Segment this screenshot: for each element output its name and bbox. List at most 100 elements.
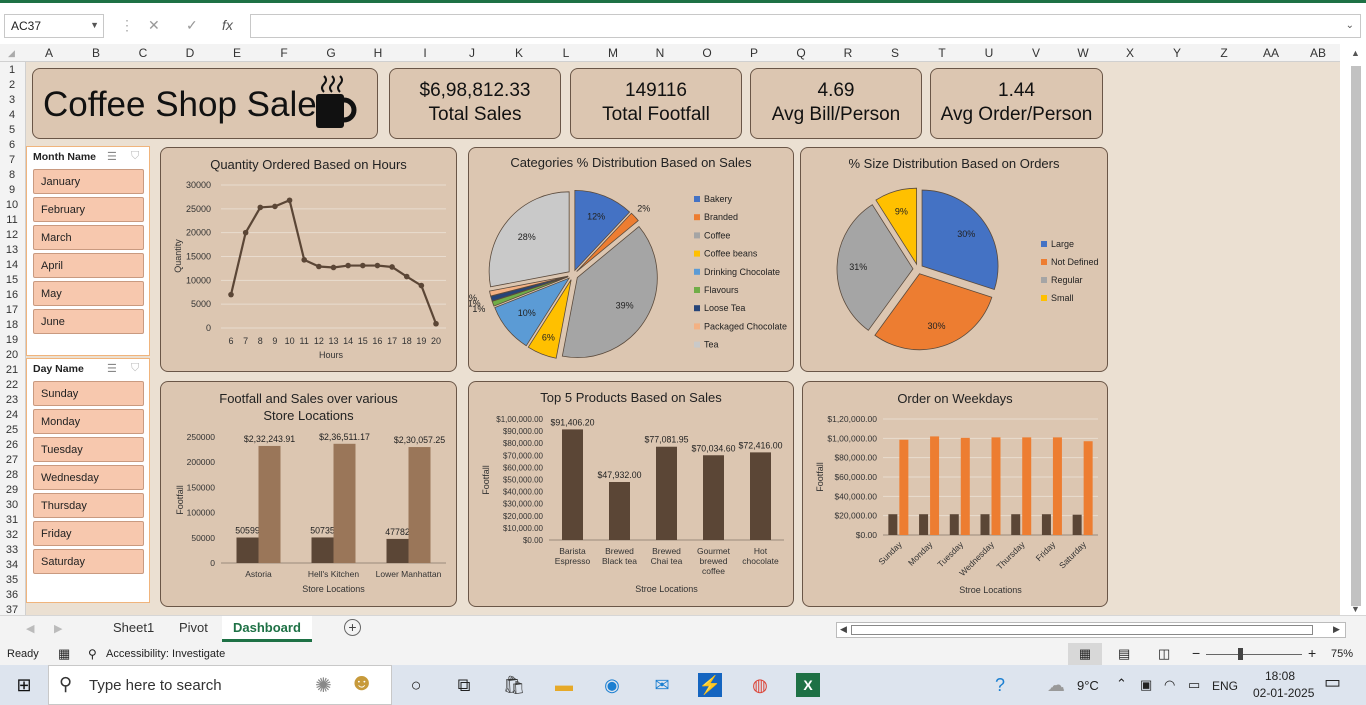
column-header[interactable]: D (166, 46, 214, 60)
next-sheet-icon[interactable]: ▶ (54, 622, 62, 635)
page-break-icon[interactable]: ◫ (1158, 646, 1170, 662)
row-header[interactable]: 14 (0, 259, 24, 271)
slicer-item[interactable]: May (33, 281, 144, 306)
column-header[interactable]: Y (1154, 46, 1200, 60)
column-header[interactable]: Z (1200, 46, 1248, 60)
row-header[interactable]: 32 (0, 529, 24, 541)
column-header[interactable]: S (872, 46, 918, 60)
row-header[interactable]: 7 (0, 154, 24, 166)
clock-date[interactable]: 02-01-2025 (1253, 686, 1314, 700)
column-header[interactable]: O (684, 46, 730, 60)
function-icon[interactable]: fx (222, 17, 233, 33)
slicer-item[interactable]: March (33, 225, 144, 250)
column-header[interactable]: X (1106, 46, 1154, 60)
row-header[interactable]: 15 (0, 274, 24, 286)
cortana-icon[interactable]: ○ (404, 673, 428, 697)
column-header[interactable]: M (590, 46, 636, 60)
row-header[interactable]: 21 (0, 364, 24, 376)
zoom-slider[interactable] (1206, 654, 1302, 655)
task-view-icon[interactable]: ⧉ (452, 673, 476, 697)
column-header[interactable]: Q (778, 46, 824, 60)
slicer-item[interactable]: April (33, 253, 144, 278)
macro-icon[interactable]: ▦ (58, 646, 70, 662)
column-header[interactable]: K (496, 46, 542, 60)
tab-pivot[interactable]: Pivot (179, 620, 208, 635)
row-header[interactable]: 10 (0, 199, 24, 211)
clear-filter-icon[interactable]: ⛉ (131, 150, 139, 163)
zoom-in-icon[interactable]: + (1308, 645, 1316, 661)
zoom-out-icon[interactable]: − (1192, 645, 1200, 661)
size-pie-card[interactable]: % Size Distribution Based on Orders 30% 3… (800, 147, 1108, 372)
column-header[interactable]: T (918, 46, 966, 60)
weekday-bar-card[interactable]: Order on Weekdays $0.00 $20,000.00 $40,000… (802, 381, 1108, 607)
row-header[interactable]: 3 (0, 94, 24, 106)
row-header[interactable]: 17 (0, 304, 24, 316)
row-header[interactable]: 23 (0, 394, 24, 406)
row-header[interactable]: 5 (0, 124, 24, 136)
horizontal-scrollbar[interactable]: ◀ ▶ (836, 622, 1346, 638)
normal-view-icon[interactable]: ▦ (1068, 643, 1102, 665)
chrome-icon[interactable]: ◍ (748, 673, 772, 697)
row-header[interactable]: 12 (0, 229, 24, 241)
file-explorer-icon[interactable]: ▬ (552, 673, 576, 697)
column-header[interactable]: L (542, 46, 590, 60)
column-header[interactable]: I (402, 46, 448, 60)
column-header[interactable]: G (308, 46, 354, 60)
row-header[interactable]: 2 (0, 79, 24, 91)
row-header[interactable]: 13 (0, 244, 24, 256)
column-header[interactable]: V (1012, 46, 1060, 60)
wifi-icon[interactable]: ◠ (1164, 677, 1175, 693)
column-header[interactable]: F (260, 46, 308, 60)
hscroll-thumb[interactable] (851, 625, 1313, 635)
vertical-scrollbar[interactable]: ▲ ▼ (1348, 48, 1364, 616)
enter-icon[interactable]: ✓ (186, 17, 198, 34)
slicer-item[interactable]: Monday (33, 409, 144, 434)
store-icon[interactable]: 🛍 (502, 673, 526, 697)
cancel-icon[interactable]: ✕ (148, 17, 160, 34)
edge-icon[interactable]: ◉ (600, 673, 624, 697)
meet-now-icon[interactable]: ▣ (1140, 677, 1152, 693)
column-header[interactable]: B (72, 46, 120, 60)
scroll-thumb[interactable] (1351, 66, 1361, 606)
row-header[interactable]: 36 (0, 589, 24, 601)
row-header[interactable]: 20 (0, 349, 24, 361)
row-header[interactable]: 22 (0, 379, 24, 391)
formula-input[interactable]: ⌄ (250, 14, 1361, 38)
products-bar-card[interactable]: Top 5 Products Based on Sales $0.00 $10,0… (468, 381, 794, 607)
row-header[interactable]: 29 (0, 484, 24, 496)
row-header[interactable]: 33 (0, 544, 24, 556)
zoom-thumb[interactable] (1238, 648, 1243, 660)
multi-select-icon[interactable]: ☰ (107, 150, 117, 163)
clock-time[interactable]: 18:08 (1265, 669, 1295, 683)
row-header[interactable]: 26 (0, 439, 24, 451)
accessibility-status[interactable]: Accessibility: Investigate (106, 648, 225, 660)
row-header[interactable]: 9 (0, 184, 24, 196)
chevron-up-icon[interactable]: ⌃ (1116, 676, 1127, 692)
row-header[interactable]: 4 (0, 109, 24, 121)
mail-icon[interactable]: ✉ (650, 673, 674, 697)
column-header[interactable]: AA (1248, 46, 1294, 60)
row-header[interactable]: 6 (0, 139, 24, 151)
column-header[interactable]: J (448, 46, 496, 60)
row-header[interactable]: 24 (0, 409, 24, 421)
row-header[interactable]: 31 (0, 514, 24, 526)
windows-start-icon[interactable]: ⊞ (12, 673, 36, 697)
store-bar-card[interactable]: Footfall and Sales over various Store Lo… (160, 381, 457, 607)
slicer-item[interactable]: Tuesday (33, 437, 144, 462)
column-header[interactable]: P (730, 46, 778, 60)
row-header[interactable]: 11 (0, 214, 24, 226)
column-header[interactable]: U (966, 46, 1012, 60)
tab-dashboard[interactable]: Dashboard (222, 616, 312, 642)
row-header[interactable]: 37 (0, 604, 24, 615)
row-header[interactable]: 8 (0, 169, 24, 181)
row-header[interactable]: 30 (0, 499, 24, 511)
notification-icon[interactable]: ▭ (1324, 672, 1341, 693)
slicer-item[interactable]: Wednesday (33, 465, 144, 490)
page-layout-icon[interactable]: ▤ (1118, 646, 1130, 662)
row-header[interactable]: 25 (0, 424, 24, 436)
row-header[interactable]: 19 (0, 334, 24, 346)
taskbar-search[interactable]: ⚲ Type here to search ✺ ☻ (48, 665, 392, 705)
scroll-right-icon[interactable]: ▶ (1333, 624, 1340, 635)
column-header[interactable]: E (214, 46, 260, 60)
slicer-item[interactable]: Friday (33, 521, 144, 546)
